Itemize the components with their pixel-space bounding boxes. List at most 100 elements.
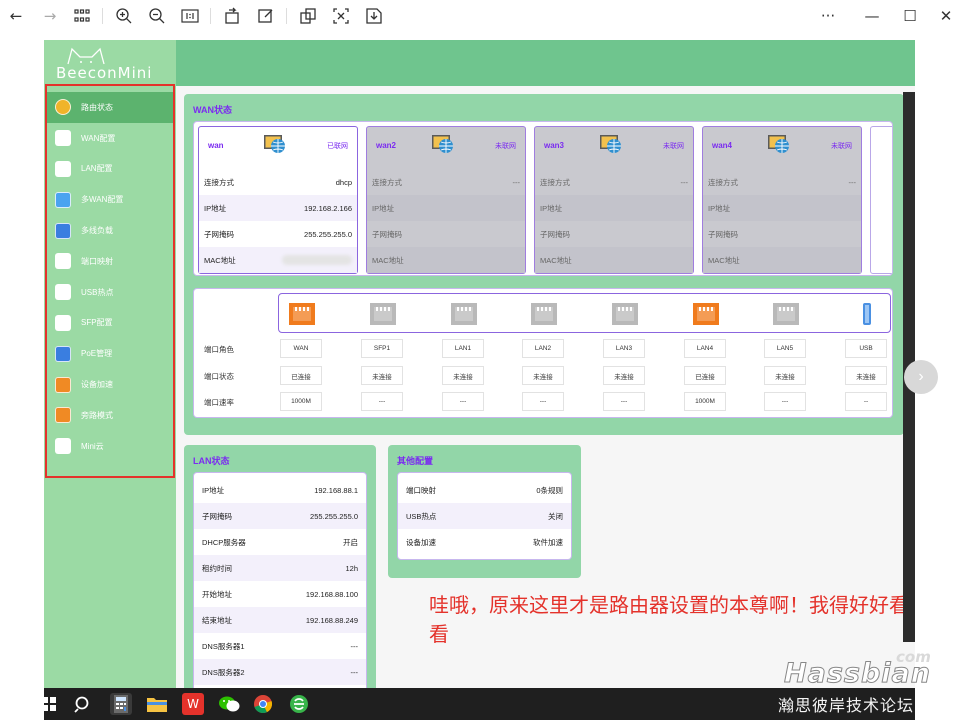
other-config-panel: 其他配置 端口映射 0条规则 USB热点 关闭 设备加速 软件加速 xyxy=(388,445,581,578)
close-button[interactable]: ✕ xyxy=(936,6,956,26)
sidebar-item[interactable]: 路由状态 xyxy=(47,92,174,123)
port-role-cell: LAN2 xyxy=(522,339,564,358)
wan-row-value: --- xyxy=(848,177,857,187)
wan-card-status: 未联网 xyxy=(495,143,516,150)
wps-office-icon[interactable]: W xyxy=(182,693,204,715)
status-icon xyxy=(55,99,71,116)
port-status-cell: 已连接 xyxy=(280,366,322,385)
wan-row: 连接方式 --- xyxy=(703,169,861,195)
wan-row-label: MAC地址 xyxy=(708,255,740,265)
sfp-icon xyxy=(55,314,71,331)
other-config-label: 设备加速 xyxy=(406,537,436,547)
wan-row-label: MAC地址 xyxy=(540,255,572,265)
port-speed-cell: --- xyxy=(442,392,484,411)
ethernet-port-icon xyxy=(612,303,638,325)
sidebar-item[interactable]: USB热点 xyxy=(47,277,174,308)
sidebar-menu: 路由状态 WAN配置 LAN配置多WAN配置多线负载 端口映射 USB热点 SFP配置 Po… xyxy=(47,92,174,462)
port-status-cell: 未连接 xyxy=(764,366,806,385)
port-speed-cell: --- xyxy=(522,392,564,411)
wan-card: wan 已联网 连接方式 dhcp IP地址 192.168.2.166 子网掩码 255.2… xyxy=(198,126,358,274)
lan-info-label: 结束地址 xyxy=(202,615,232,625)
port-speed-cell: --- xyxy=(603,392,645,411)
rotate-icon[interactable] xyxy=(223,6,243,26)
port-status-cell: 已连接 xyxy=(684,366,726,385)
port-icon-strip xyxy=(278,293,891,333)
wan-card-header: wan4 未联网 xyxy=(703,127,861,163)
port-role-cell: LAN5 xyxy=(764,339,806,358)
sidebar-item[interactable]: 多线负载 xyxy=(47,215,174,246)
wan-card-status: 未联网 xyxy=(663,143,684,150)
port-speed-cell: --- xyxy=(764,392,806,411)
windows-start-icon[interactable] xyxy=(38,693,60,715)
file-explorer-icon[interactable] xyxy=(146,693,168,715)
wan-panel-title: WAN状态 xyxy=(193,105,232,115)
wan-row: 子网掩码 xyxy=(535,221,693,247)
chrome-icon[interactable] xyxy=(252,693,274,715)
sidebar-item-label: 多WAN配置 xyxy=(81,195,124,205)
edit-icon[interactable] xyxy=(256,6,276,26)
zoom-in-icon[interactable] xyxy=(114,6,134,26)
multi-wan-icon xyxy=(55,191,71,208)
wan-row: MAC地址 xyxy=(367,247,525,273)
wan-row-label: 子网掩码 xyxy=(204,229,234,239)
sidebar-item[interactable]: Mini云 xyxy=(47,431,174,462)
wechat-icon[interactable] xyxy=(218,693,240,715)
minimize-button[interactable]: — xyxy=(862,6,882,26)
lan-info-row: DNS服务器1 --- xyxy=(194,633,366,659)
usb-port-icon xyxy=(854,303,880,325)
wan-row: IP地址 xyxy=(703,195,861,221)
sidebar-item[interactable]: WAN配置 xyxy=(47,123,174,154)
copy-icon[interactable] xyxy=(298,6,318,26)
wan-card-partial xyxy=(870,126,892,274)
port-row-label: 端口状态 xyxy=(204,372,234,381)
ethernet-port-icon xyxy=(773,303,799,325)
crop-icon[interactable] xyxy=(331,6,351,26)
forward-icon[interactable]: → xyxy=(40,6,60,26)
port-role-cell: LAN3 xyxy=(603,339,645,358)
search-icon[interactable] xyxy=(72,693,94,715)
other-config-value: 关闭 xyxy=(548,511,563,521)
wan-status-panel: WAN状态 wan 已联网 连接方式 dhcp IP地址 192.168.2.166 子网掩… xyxy=(184,94,904,435)
browser-icon[interactable] xyxy=(288,693,310,715)
sidebar-item[interactable]: 多WAN配置 xyxy=(47,184,174,215)
bypass-icon xyxy=(55,407,71,424)
port-status-cell: 未连接 xyxy=(522,366,564,385)
next-image-button[interactable]: › xyxy=(904,360,938,394)
wan-card-status: 未联网 xyxy=(831,143,852,150)
sidebar-item[interactable]: 旁路模式 xyxy=(47,400,174,431)
maximize-button[interactable]: ☐ xyxy=(900,6,920,26)
port-role-cell: LAN4 xyxy=(684,339,726,358)
sidebar-item-label: 旁路模式 xyxy=(81,410,113,420)
wan-card-status: 已联网 xyxy=(327,143,348,150)
ethernet-port-icon xyxy=(370,303,396,325)
sidebar-item[interactable]: PoE管理 xyxy=(47,338,174,369)
back-icon[interactable]: ← xyxy=(6,6,26,26)
lan-info-label: 租约时间 xyxy=(202,563,232,573)
sidebar-item[interactable]: 端口映射 xyxy=(47,246,174,277)
wan-card-name: wan3 xyxy=(544,141,565,150)
rocket-icon xyxy=(55,376,71,393)
watermark-sub: 瀚思彼岸技术论坛 xyxy=(778,698,915,715)
save-icon[interactable] xyxy=(364,6,384,26)
wan-row: IP地址 xyxy=(535,195,693,221)
sidebar-item[interactable]: SFP配置 xyxy=(47,308,174,339)
other-config-row: 设备加速 软件加速 xyxy=(398,529,571,555)
actual-size-icon[interactable] xyxy=(180,6,200,26)
sidebar-item-label: USB热点 xyxy=(81,287,114,297)
zoom-out-icon[interactable] xyxy=(147,6,167,26)
wan-row: 连接方式 --- xyxy=(367,169,525,195)
calculator-icon[interactable] xyxy=(110,693,132,715)
port-map-icon xyxy=(55,253,71,270)
grid-view-icon[interactable] xyxy=(72,6,92,26)
more-icon[interactable]: ··· xyxy=(818,6,838,26)
sidebar-item[interactable]: 设备加速 xyxy=(47,369,174,400)
wan-row-label: 连接方式 xyxy=(372,177,402,187)
other-config-row: USB热点 关闭 xyxy=(398,503,571,529)
sidebar-item[interactable]: LAN配置 xyxy=(47,154,174,185)
viewer-toolbar: ← → ··· — ☐ ✕ xyxy=(0,0,960,32)
wan-row-label: IP地址 xyxy=(540,203,563,213)
wan-row-label: 子网掩码 xyxy=(708,229,738,239)
lan-info-value: --- xyxy=(350,667,359,677)
network-globe-icon xyxy=(767,133,791,155)
port-speed-cell: -- xyxy=(845,392,887,411)
